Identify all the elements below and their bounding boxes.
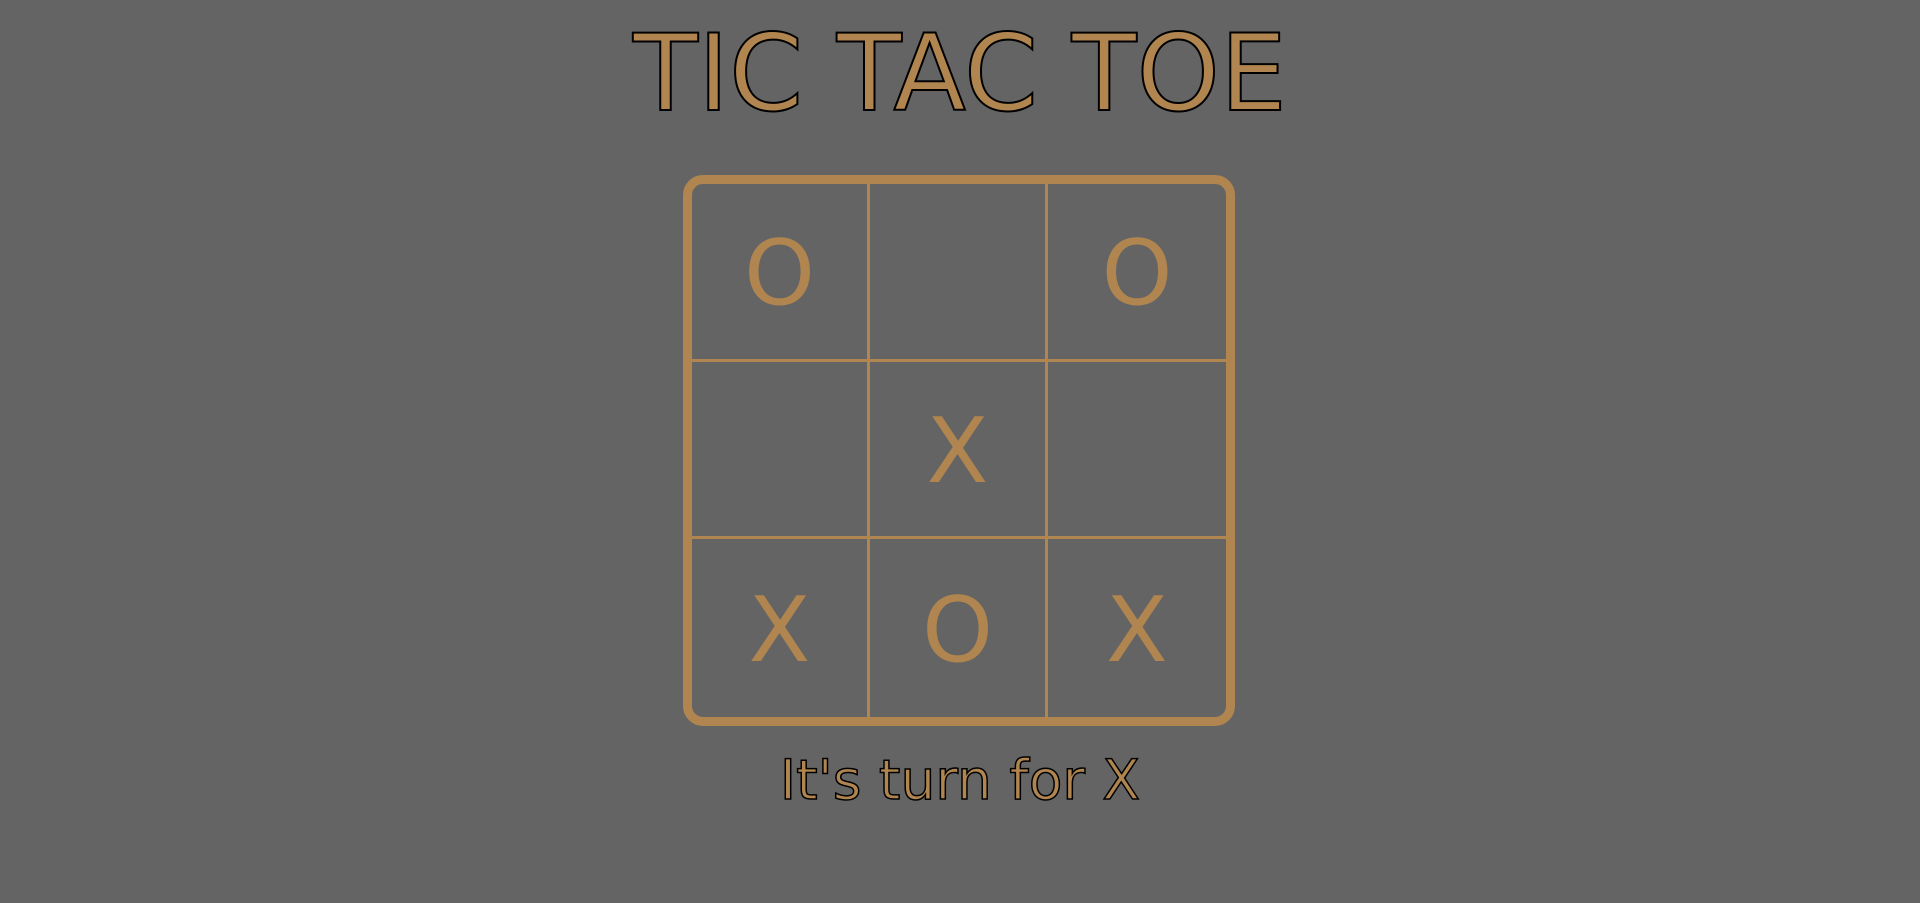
game-board: O O X X O X [683,175,1235,726]
board-cell-r3-c2[interactable]: O [870,539,1048,717]
board-cell-r3-c1[interactable]: X [692,539,870,717]
board-cell-r1-c2[interactable] [870,184,1048,362]
board-cell-r1-c1[interactable]: O [692,184,870,362]
board-cell-r2-c1[interactable] [692,361,870,540]
board-cell-r3-c3[interactable]: X [1048,539,1226,717]
turn-status: It's turn for X [779,747,1141,813]
board-cell-r2-c2[interactable]: X [870,361,1048,540]
board-cell-r2-c3[interactable] [1048,362,1226,540]
board-cell-r1-c3[interactable]: O [1048,184,1226,362]
game-title: TIC TAC TOE [632,12,1288,135]
